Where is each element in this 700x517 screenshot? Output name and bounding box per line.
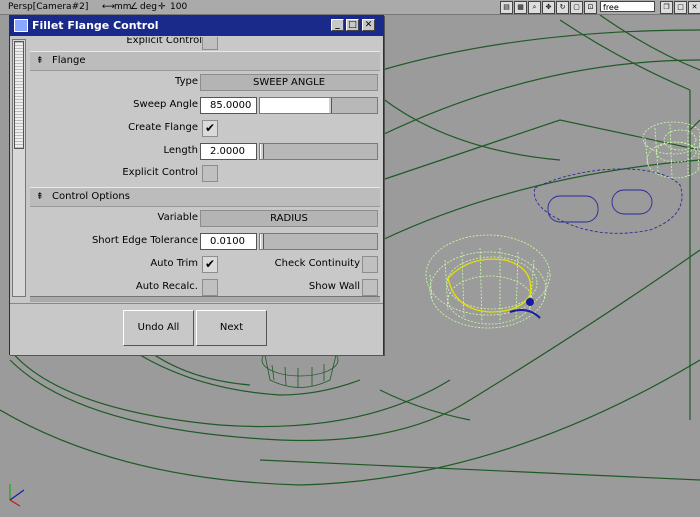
slider-knob[interactable] bbox=[260, 234, 264, 249]
row-sweep-angle: Sweep Angle 85.0000 bbox=[30, 95, 380, 115]
minimize-button[interactable]: _ bbox=[331, 19, 344, 31]
scrollbar-thumb[interactable] bbox=[14, 41, 24, 149]
scale-icon: ✛ bbox=[158, 2, 166, 12]
explicit-control-label: Explicit Control bbox=[122, 167, 198, 178]
options-content: Explicit Control ⇞ Flange Type SWEEP ANG… bbox=[30, 37, 380, 302]
check-continuity-checkbox[interactable] bbox=[362, 256, 378, 273]
row-auto-recalc: Auto Recalc. Show Wall bbox=[30, 277, 380, 297]
next-button[interactable]: Next bbox=[196, 310, 267, 346]
undo-all-button[interactable]: Undo All bbox=[123, 310, 194, 346]
collapse-arrow-icon[interactable]: ⇞ bbox=[36, 192, 44, 202]
slider-knob[interactable] bbox=[328, 98, 332, 113]
mode-field[interactable]: free bbox=[600, 1, 655, 12]
row-type: Type SWEEP ANGLE bbox=[30, 72, 380, 92]
row-explicit-control: Explicit Control bbox=[30, 163, 380, 183]
axis-gizmo bbox=[9, 484, 25, 507]
row-create-flange: Create Flange ✔ bbox=[30, 118, 380, 138]
auto-trim-checkbox[interactable]: ✔ bbox=[202, 256, 218, 273]
sweep-angle-input[interactable]: 85.0000 bbox=[200, 97, 257, 114]
check-continuity-label: Check Continuity bbox=[274, 258, 360, 269]
flange-section-header[interactable]: ⇞ Flange bbox=[30, 51, 380, 71]
dialog-title: Fillet Flange Control bbox=[32, 19, 159, 32]
short-edge-tolerance-label: Short Edge Tolerance bbox=[91, 235, 198, 246]
explicit-control-top-label: Explicit Control bbox=[126, 37, 202, 46]
blue-point bbox=[526, 298, 534, 306]
variable-label: Variable bbox=[157, 212, 199, 223]
fit-icon[interactable]: ⊡ bbox=[584, 1, 597, 14]
flange-section-title: Flange bbox=[52, 55, 86, 66]
explicit-control-top-checkbox[interactable] bbox=[202, 37, 218, 50]
dialog-button-bar: Undo All Next bbox=[10, 303, 383, 355]
slider-fill bbox=[260, 98, 328, 113]
blue-curve bbox=[509, 309, 541, 319]
length-slider[interactable] bbox=[259, 143, 378, 160]
row-explicit-control-top: Explicit Control bbox=[30, 37, 380, 51]
type-label: Type bbox=[175, 76, 198, 87]
grid-icon[interactable]: ▦ bbox=[514, 1, 527, 14]
show-wall-checkbox[interactable] bbox=[362, 279, 378, 296]
control-options-section-header[interactable]: ⇞ Control Options bbox=[30, 187, 380, 207]
scale-value: 100 bbox=[170, 2, 188, 12]
maximize-icon[interactable]: □ bbox=[674, 1, 687, 14]
sweep-angle-slider[interactable] bbox=[259, 97, 378, 114]
zoom-icon[interactable]: ⌕ bbox=[528, 1, 541, 14]
viewport-header: Persp[Camera#2] ⟷ mm ∠ deg ✛ 100 ▤ ▦ ⌕ ✥… bbox=[0, 0, 700, 15]
window-icon bbox=[14, 19, 28, 32]
type-option-button[interactable]: SWEEP ANGLE bbox=[200, 74, 378, 91]
pan-icon[interactable]: ✥ bbox=[542, 1, 555, 14]
control-options-section-title: Control Options bbox=[52, 191, 130, 202]
short-edge-tolerance-input[interactable]: 0.0100 bbox=[200, 233, 257, 250]
create-flange-label: Create Flange bbox=[128, 122, 198, 133]
length-unit-icon: ⟷ bbox=[102, 2, 115, 12]
options-scroll-area[interactable]: Explicit Control ⇞ Flange Type SWEEP ANG… bbox=[10, 37, 383, 302]
short-edge-tolerance-slider[interactable] bbox=[259, 233, 378, 250]
angle-unit: deg bbox=[140, 2, 157, 12]
length-unit: mm bbox=[114, 2, 132, 12]
fillet-flange-dialog: Fillet Flange Control _ □ ✕ Explicit Con… bbox=[9, 15, 384, 355]
row-variable: Variable RADIUS bbox=[30, 208, 380, 228]
row-short-edge-tolerance: Short Edge Tolerance 0.0100 bbox=[30, 231, 380, 251]
frame-icon[interactable]: ▢ bbox=[570, 1, 583, 14]
explicit-control-checkbox[interactable] bbox=[202, 165, 218, 182]
maximize-button[interactable]: □ bbox=[346, 19, 359, 31]
close-icon[interactable]: ✕ bbox=[688, 1, 700, 14]
variable-option-button[interactable]: RADIUS bbox=[200, 210, 378, 227]
row-auto-trim: Auto Trim ✔ Check Continuity bbox=[30, 254, 380, 274]
auto-recalc-label: Auto Recalc. bbox=[135, 281, 198, 292]
collapse-arrow-icon[interactable]: ⇞ bbox=[36, 56, 44, 66]
auto-trim-label: Auto Trim bbox=[150, 258, 198, 269]
slider-knob[interactable] bbox=[260, 144, 264, 159]
create-flange-checkbox[interactable]: ✔ bbox=[202, 120, 218, 137]
row-length: Length 2.0000 bbox=[30, 141, 380, 161]
length-input[interactable]: 2.0000 bbox=[200, 143, 257, 160]
camera-label[interactable]: Persp[Camera#2] bbox=[8, 0, 88, 14]
length-label: Length bbox=[163, 145, 199, 156]
show-wall-label: Show Wall bbox=[308, 281, 360, 292]
print-icon[interactable]: ▤ bbox=[500, 1, 513, 14]
rotate-icon[interactable]: ↻ bbox=[556, 1, 569, 14]
auto-recalc-checkbox[interactable] bbox=[202, 279, 218, 296]
dialog-titlebar[interactable]: Fillet Flange Control _ □ ✕ bbox=[10, 16, 383, 36]
sweep-angle-label: Sweep Angle bbox=[133, 99, 198, 110]
restore-icon[interactable]: ❐ bbox=[660, 1, 673, 14]
vertical-scrollbar[interactable] bbox=[12, 39, 26, 297]
horizontal-scrollbar[interactable] bbox=[30, 296, 380, 302]
close-button[interactable]: ✕ bbox=[362, 19, 375, 31]
angle-unit-icon: ∠ bbox=[130, 2, 139, 12]
